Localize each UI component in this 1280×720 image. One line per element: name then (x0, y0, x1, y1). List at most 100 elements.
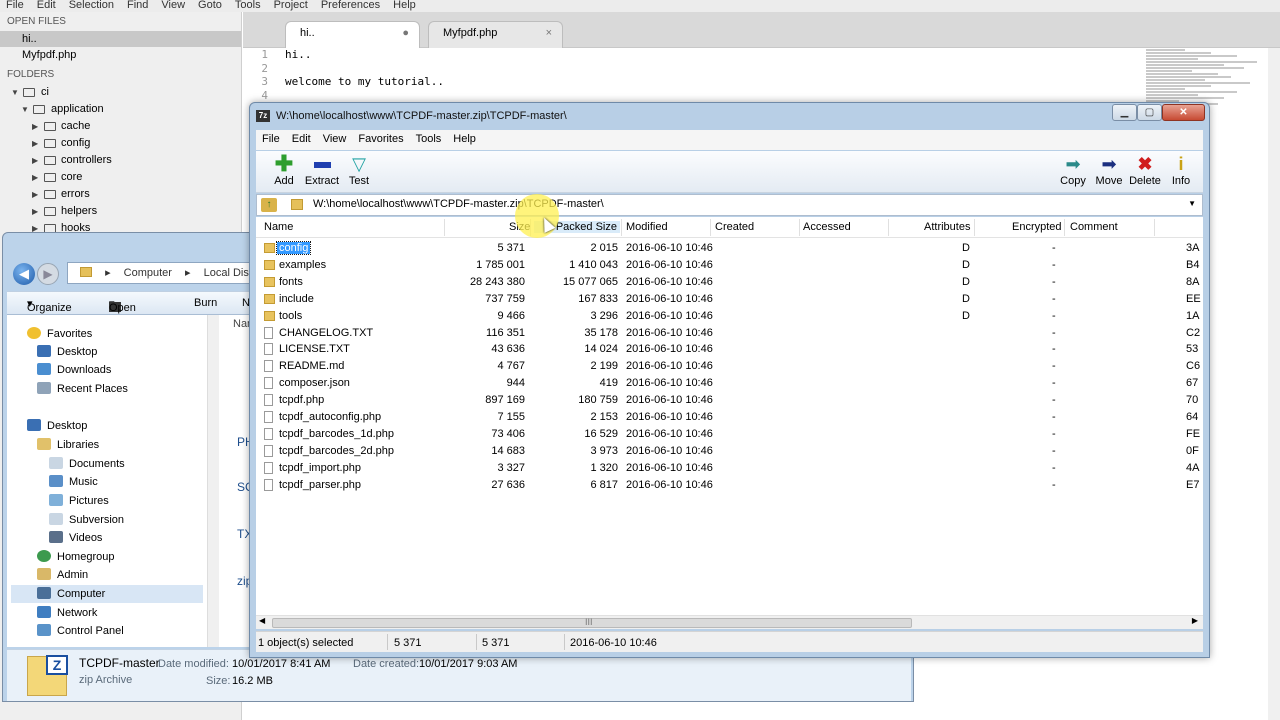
menu-goto[interactable]: Goto (198, 0, 222, 12)
file-row[interactable]: composer.json 944 419 2016-06-10 10:46 - 67 (256, 375, 1203, 392)
file-row[interactable]: tcpdf_import.php 3 327 1 320 2016-06-10 10:… (256, 460, 1203, 477)
horizontal-scrollbar[interactable]: ◀ III ▶ (256, 615, 1203, 629)
button-label: Extract (304, 175, 340, 187)
nav-admin[interactable]: Admin (37, 566, 88, 584)
nav-documents[interactable]: Documents (49, 455, 125, 473)
organize-button[interactable]: Organize ▾ (27, 297, 72, 314)
tab-hi[interactable]: hi.. ● (285, 21, 420, 48)
minimize-button[interactable]: ▁ (1112, 104, 1137, 121)
tree-folder-errors[interactable]: ▶ errors (0, 186, 241, 203)
copy-button[interactable]: ➡ Copy (1053, 153, 1093, 191)
info-button[interactable]: i Info (1161, 153, 1201, 191)
back-arrow-icon[interactable]: ◀ (13, 263, 35, 285)
tab-myfpdf[interactable]: Myfpdf.php × (428, 21, 563, 48)
unsaved-dot-icon[interactable]: ● (402, 22, 409, 44)
menu-project[interactable]: Project (274, 0, 308, 12)
nav-recent-places[interactable]: Recent Places (37, 380, 128, 398)
file-row[interactable]: fonts 28 243 380 15 077 065 2016-06-10 10:4… (256, 274, 1203, 291)
menu-view[interactable]: View (317, 130, 353, 150)
7zip-file-list[interactable]: Name Size Packed Size Modified Created A… (256, 217, 1203, 627)
forward-arrow-icon[interactable]: ▶ (37, 263, 59, 285)
close-button[interactable]: ✕ (1162, 104, 1205, 121)
nav-libraries[interactable]: Libraries (37, 436, 99, 454)
file-row[interactable]: tcpdf_autoconfig.php 7 155 2 153 2016-06-10… (256, 409, 1203, 426)
add-button[interactable]: ✚ Add (264, 153, 304, 191)
nav-network[interactable]: Network (37, 604, 97, 622)
maximize-button[interactable]: ▢ (1137, 104, 1162, 121)
7zip-path-bar[interactable]: ↑ W:\home\localhost\www\TCPDF-master.zip… (256, 194, 1203, 216)
nav-downloads[interactable]: Downloads (37, 361, 111, 379)
file-row[interactable]: config 5 371 2 015 2016-06-10 10:46 D - 3A (256, 240, 1203, 257)
menu-favorites[interactable]: Favorites (352, 130, 409, 150)
nav-subversion[interactable]: Subversion (49, 511, 124, 529)
code-area[interactable]: 1 hi.. 2 3 welcome to my tutorial.. 4 (243, 48, 1143, 102)
file-row[interactable]: tcpdf.php 897 169 180 759 2016-06-10 10:46 -… (256, 392, 1203, 409)
dropdown-arrow-icon[interactable]: ▼ (1188, 199, 1196, 208)
folder-up-icon[interactable]: ↑ (261, 198, 277, 212)
file-row[interactable]: CHANGELOG.TXT 116 351 35 178 2016-06-10 10:… (256, 325, 1203, 342)
collapse-arrow-icon: ▶ (32, 139, 39, 148)
burn-button[interactable]: Burn (194, 297, 217, 309)
nav-desktop[interactable]: Desktop (37, 343, 97, 361)
menu-preferences[interactable]: Preferences (321, 0, 380, 12)
column-created[interactable]: Created (715, 221, 754, 233)
breadcrumb-computer[interactable]: Computer (124, 267, 172, 279)
menu-find[interactable]: Find (127, 0, 148, 12)
nav-homegroup[interactable]: Homegroup (37, 548, 114, 566)
tree-folder-helpers[interactable]: ▶ helpers (0, 203, 241, 220)
7zip-titlebar[interactable]: 7z W:\home\localhost\www\TCPDF-master.zi… (250, 103, 1209, 129)
menu-help[interactable]: Help (447, 130, 482, 150)
close-icon[interactable]: × (546, 22, 552, 44)
menu-view[interactable]: View (161, 0, 185, 12)
file-row[interactable]: LICENSE.TXT 43 636 14 024 2016-06-10 10:46 -… (256, 341, 1203, 358)
column-accessed[interactable]: Accessed (803, 221, 851, 233)
open-button[interactable]: Open ▾ (109, 297, 136, 314)
editor-scrollbar[interactable] (1268, 48, 1280, 720)
file-row[interactable]: tools 9 466 3 296 2016-06-10 10:46 D - 1A (256, 308, 1203, 325)
tree-folder-config[interactable]: ▶ config (0, 135, 241, 152)
menu-tools[interactable]: Tools (410, 130, 448, 150)
nav-favorites[interactable]: Favorites (27, 325, 92, 343)
menu-tools[interactable]: Tools (235, 0, 261, 12)
open-file-hi[interactable]: hi.. (0, 31, 241, 47)
menu-edit[interactable]: Edit (37, 0, 56, 12)
move-button[interactable]: ➡ Move (1089, 153, 1129, 191)
column-name[interactable]: Name (264, 221, 293, 233)
nav-computer[interactable]: Computer (11, 585, 203, 603)
open-file-myfpdf[interactable]: Myfpdf.php (0, 47, 241, 63)
column-attributes[interactable]: Attributes (924, 221, 970, 233)
menu-file[interactable]: File (256, 130, 286, 150)
cell-encrypted: - (1052, 478, 1056, 491)
extract-button[interactable]: Extract (302, 153, 342, 191)
file-row[interactable]: tcpdf_parser.php 27 636 6 817 2016-06-10 10… (256, 477, 1203, 494)
scroll-right-icon[interactable]: ▶ (1192, 616, 1198, 625)
menu-help[interactable]: Help (393, 0, 416, 12)
nav-desktop-root[interactable]: Desktop (27, 417, 87, 435)
tree-folder-ci[interactable]: ▼ ci (0, 84, 241, 101)
file-row[interactable]: tcpdf_barcodes_1d.php 73 406 16 529 2016-06… (256, 426, 1203, 443)
nav-music[interactable]: Music (49, 473, 98, 491)
column-encrypted[interactable]: Encrypted (1012, 221, 1062, 233)
file-row[interactable]: README.md 4 767 2 199 2016-06-10 10:46 - C6 (256, 358, 1203, 375)
menu-file[interactable]: File (6, 0, 24, 12)
current-path[interactable]: W:\home\localhost\www\TCPDF-master.zip\T… (313, 198, 604, 210)
scroll-left-icon[interactable]: ◀ (259, 616, 265, 625)
nav-videos[interactable]: Videos (49, 529, 102, 547)
tree-folder-core[interactable]: ▶ core (0, 169, 241, 186)
delete-button[interactable]: ✖ Delete (1125, 153, 1165, 191)
scrollbar-thumb[interactable]: III (272, 617, 912, 628)
tree-folder-controllers[interactable]: ▶ controllers (0, 152, 241, 169)
file-row[interactable]: include 737 759 167 833 2016-06-10 10:46 D - E… (256, 291, 1203, 308)
column-modified[interactable]: Modified (626, 221, 668, 233)
file-row[interactable]: examples 1 785 001 1 410 043 2016-06-10 10:… (256, 257, 1203, 274)
column-comment[interactable]: Comment (1070, 221, 1118, 233)
tree-folder-cache[interactable]: ▶ cache (0, 118, 241, 135)
nav-control-panel[interactable]: Control Panel (37, 622, 124, 640)
nav-pictures[interactable]: Pictures (49, 492, 109, 510)
nav-pane-scrollbar[interactable] (207, 315, 219, 647)
menu-selection[interactable]: Selection (69, 0, 114, 12)
menu-edit[interactable]: Edit (286, 130, 317, 150)
file-row[interactable]: tcpdf_barcodes_2d.php 14 683 3 973 2016-06-… (256, 443, 1203, 460)
test-button[interactable]: ▽ Test (339, 153, 379, 191)
tree-folder-application[interactable]: ▼ application (0, 101, 241, 118)
